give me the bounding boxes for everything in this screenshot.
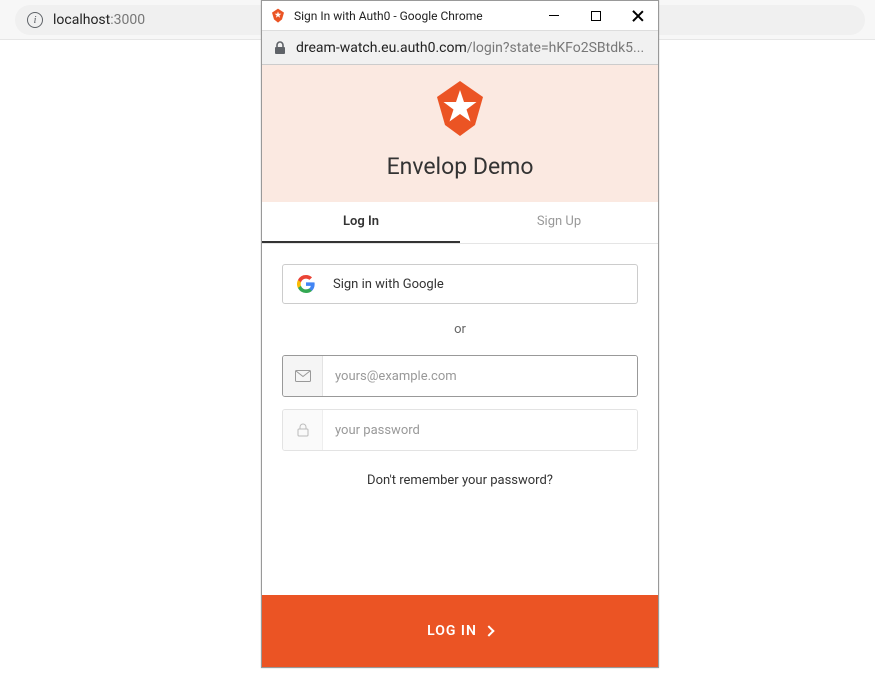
email-icon bbox=[295, 370, 311, 382]
minimize-icon bbox=[549, 15, 559, 16]
window-title: Sign In with Auth0 - Google Chrome bbox=[294, 9, 532, 23]
maximize-icon bbox=[591, 11, 601, 21]
maximize-button[interactable] bbox=[584, 4, 608, 28]
auth0-logo-icon bbox=[433, 79, 487, 139]
email-field[interactable] bbox=[323, 356, 637, 396]
google-signin-button[interactable]: Sign in with Google bbox=[282, 264, 638, 304]
google-icon bbox=[297, 275, 315, 293]
password-icon-box bbox=[283, 410, 323, 450]
parent-url: localhost:3000 bbox=[53, 12, 145, 28]
login-submit-button[interactable]: LOG IN bbox=[262, 595, 658, 667]
minimize-button[interactable] bbox=[542, 4, 566, 28]
parent-url-port: :3000 bbox=[110, 12, 145, 28]
close-icon bbox=[632, 10, 644, 22]
tab-login[interactable]: Log In bbox=[262, 202, 460, 243]
google-button-label: Sign in with Google bbox=[333, 277, 444, 292]
lock-icon bbox=[274, 41, 286, 55]
email-icon-box bbox=[283, 356, 323, 396]
window-controls bbox=[542, 4, 650, 28]
close-button[interactable] bbox=[626, 4, 650, 28]
popup-url-domain: dream-watch.eu.auth0.com bbox=[296, 40, 467, 56]
parent-url-host: localhost bbox=[53, 12, 110, 28]
login-submit-label: LOG IN bbox=[427, 623, 477, 639]
window-titlebar: Sign In with Auth0 - Google Chrome bbox=[262, 1, 658, 31]
auth-header: Envelop Demo bbox=[262, 65, 658, 202]
popup-window: Sign In with Auth0 - Google Chrome dream… bbox=[261, 0, 659, 668]
password-field[interactable] bbox=[323, 410, 637, 450]
or-divider: or bbox=[282, 322, 638, 337]
email-input-group bbox=[282, 355, 638, 397]
auth0-favicon-icon bbox=[270, 8, 286, 24]
tab-signup[interactable]: Sign Up bbox=[460, 202, 658, 243]
forgot-password-link[interactable]: Don't remember your password? bbox=[282, 473, 638, 488]
auth-tabs: Log In Sign Up bbox=[262, 202, 658, 244]
chevron-right-icon bbox=[483, 625, 494, 636]
app-title: Envelop Demo bbox=[262, 153, 658, 180]
login-form: Sign in with Google or Don't remember yo… bbox=[262, 244, 658, 508]
popup-urlbar: dream-watch.eu.auth0.com/login?state=hKF… bbox=[262, 31, 658, 65]
popup-url: dream-watch.eu.auth0.com/login?state=hKF… bbox=[296, 40, 644, 56]
popup-url-path: /login?state=hKFo2SBtdk5... bbox=[467, 40, 644, 56]
password-lock-icon bbox=[297, 423, 309, 437]
info-icon: i bbox=[27, 12, 43, 28]
password-input-group bbox=[282, 409, 638, 451]
